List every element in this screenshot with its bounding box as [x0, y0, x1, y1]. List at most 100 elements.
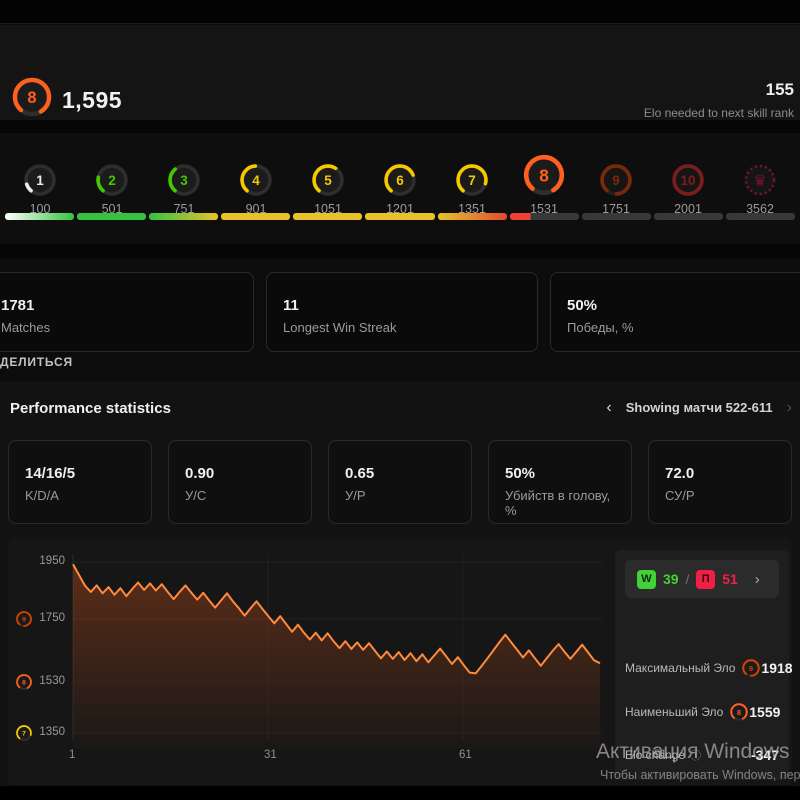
- svg-text:8: 8: [737, 708, 741, 717]
- headshot-card: 50% Убийств в голову, %: [488, 440, 632, 524]
- loss-chip: П: [696, 570, 715, 589]
- elo-change-value: -347: [751, 747, 779, 763]
- svg-text:♛: ♛: [753, 171, 767, 189]
- min-elo-value: 1559: [749, 704, 780, 720]
- kd-card: 0.65 У/Р: [328, 440, 472, 524]
- x-axis-tick-label: 91: [654, 749, 667, 761]
- skill-level-1[interactable]: 1100: [4, 138, 76, 216]
- win-streak-card: 11 Longest Win Streak: [266, 272, 538, 352]
- share-button[interactable]: ДЕЛИТЬСЯ: [0, 355, 73, 369]
- min-elo-label: Наименьший Эло: [625, 705, 723, 719]
- elo-progress-segment: [77, 213, 146, 220]
- skill-level-9[interactable]: 91751: [580, 138, 652, 216]
- skill-level-8[interactable]: 81531: [508, 138, 580, 216]
- adr-value: 72.0: [665, 465, 775, 482]
- match-range-pager: ‹ Showing матчи 522-611 ›: [606, 400, 792, 415]
- elo-progress-segment: [221, 213, 290, 220]
- svg-text:7: 7: [22, 730, 26, 737]
- elo-progress-segment: [582, 213, 651, 220]
- elo-progress-segment: [365, 213, 434, 220]
- svg-text:9: 9: [612, 173, 620, 188]
- skill-level-10[interactable]: 102001: [652, 138, 724, 216]
- svg-text:7: 7: [468, 173, 476, 188]
- x-axis-tick-label: 61: [459, 749, 472, 761]
- svg-text:3: 3: [180, 173, 188, 188]
- summary-stats-section: 1781 Matches 11 Longest Win Streak 50% П…: [0, 258, 800, 382]
- max-elo-row: Максимальный Эло 9 1918: [625, 656, 779, 680]
- level-8-icon: 8: [15, 673, 33, 696]
- elo-progress-segment: [726, 213, 795, 220]
- performance-title: Performance statistics: [10, 400, 171, 417]
- win-loss-card[interactable]: W 39 / П 51 ›: [625, 560, 779, 598]
- level-8-icon: 8: [729, 702, 749, 722]
- section-gap: [0, 120, 800, 133]
- svg-text:9: 9: [22, 616, 26, 623]
- stats-page: 8 1,595 155 Elo needed to next skill ran…: [0, 0, 800, 800]
- performance-section: Performance statistics ‹ Showing матчи 5…: [0, 382, 800, 786]
- skill-level-4[interactable]: 4901: [220, 138, 292, 216]
- win-streak-value: 11: [283, 297, 521, 314]
- elo-progress-segment: [293, 213, 362, 220]
- kda-value: 14/16/5: [25, 465, 135, 482]
- skill-level-6[interactable]: 61201: [364, 138, 436, 216]
- win-rate-card: 50% Победы, %: [550, 272, 800, 352]
- y-axis-tick-label: 1950: [35, 555, 65, 567]
- elo-progress-segment: [510, 213, 579, 220]
- level-9-icon: 9: [741, 658, 761, 678]
- headshot-value: 50%: [505, 465, 615, 482]
- skill-level-2[interactable]: 2501: [76, 138, 148, 216]
- adr-card: 72.0 СУ/Р: [648, 440, 792, 524]
- kd-label: У/Р: [345, 488, 455, 503]
- level-7-icon: 7: [15, 724, 33, 747]
- svg-text:4: 4: [252, 173, 260, 188]
- y-axis-tick-label: 1750: [35, 612, 65, 624]
- win-rate-value: 50%: [567, 297, 795, 314]
- info-icon[interactable]: ⓘ: [690, 747, 701, 763]
- elo-progress-segment: [5, 213, 74, 220]
- skill-ladder: 1100250137514901510516120171351815319175…: [4, 138, 796, 216]
- max-elo-value: 1918: [761, 660, 792, 676]
- svg-text:10: 10: [680, 173, 695, 188]
- matches-value: 1781: [1, 297, 237, 314]
- skill-level-5[interactable]: 51051: [292, 138, 364, 216]
- x-axis-tick-label: 31: [264, 749, 277, 761]
- chevron-right-icon: ›: [755, 571, 760, 588]
- headshot-label: Убийств в голову, %: [505, 488, 615, 518]
- skill-level-7[interactable]: 71351: [436, 138, 508, 216]
- win-streak-label: Longest Win Streak: [283, 320, 521, 335]
- next-range-button[interactable]: ›: [787, 401, 792, 415]
- svg-text:2: 2: [108, 173, 116, 188]
- matches-card: 1781 Matches: [0, 272, 254, 352]
- win-rate-label: Победы, %: [567, 320, 795, 335]
- elo-progress-bar: [5, 213, 795, 220]
- elo-needed-value: 155: [766, 80, 794, 100]
- current-skill-level-icon: 8: [10, 75, 54, 124]
- kr-value: 0.90: [185, 465, 295, 482]
- chart-summary-panel: W 39 / П 51 › Максимальный Эло 9 1918 На…: [615, 550, 789, 780]
- top-strip: [0, 0, 800, 24]
- skill-level-3[interactable]: 3751: [148, 138, 220, 216]
- kda-label: K/D/A: [25, 488, 135, 503]
- skill-level-♛[interactable]: ♛3562: [724, 138, 796, 216]
- svg-text:9: 9: [749, 664, 753, 673]
- svg-text:8: 8: [27, 89, 36, 107]
- wl-slash: /: [686, 572, 690, 587]
- prev-range-button[interactable]: ‹: [606, 401, 611, 415]
- max-elo-label: Максимальный Эло: [625, 661, 735, 675]
- svg-text:8: 8: [22, 679, 26, 686]
- section-gap: [0, 244, 800, 258]
- svg-text:6: 6: [396, 173, 404, 188]
- svg-text:5: 5: [324, 173, 332, 188]
- current-elo-value: 1,595: [62, 87, 122, 114]
- min-elo-row: Наименьший Эло 8 1559: [625, 700, 779, 724]
- y-axis-tick-label: 1530: [35, 675, 65, 687]
- elo-progress-segment: [149, 213, 218, 220]
- elo-line-chart[interactable]: [66, 548, 606, 748]
- level-9-icon: 9: [15, 610, 33, 633]
- matches-label: Matches: [1, 320, 237, 335]
- skill-ladder-section: 1100250137514901510516120171351815319175…: [0, 133, 800, 244]
- kd-value: 0.65: [345, 465, 455, 482]
- svg-text:8: 8: [539, 165, 549, 185]
- wins-count: 39: [663, 571, 679, 587]
- elo-progress-segment: [438, 213, 507, 220]
